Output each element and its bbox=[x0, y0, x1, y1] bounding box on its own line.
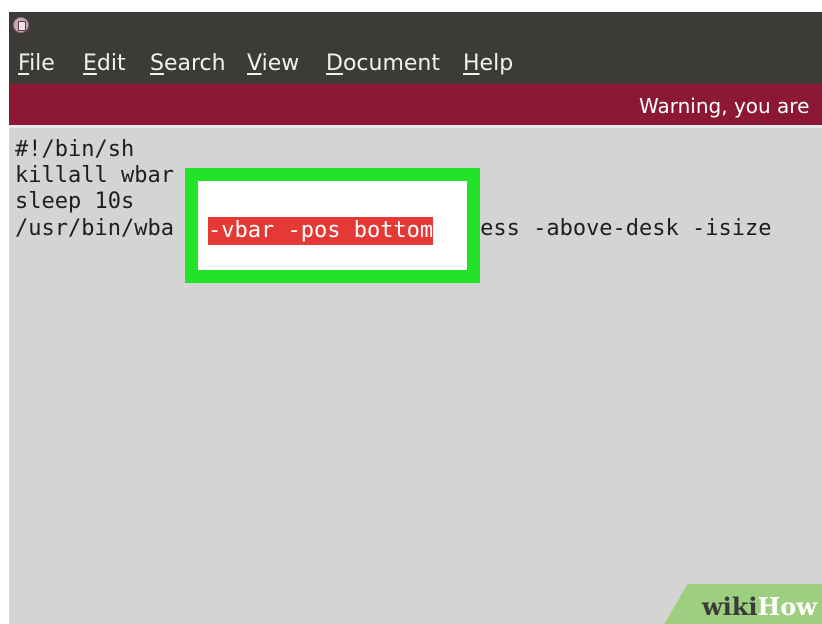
menu-view-mnemonic: V bbox=[247, 51, 262, 76]
green-highlight-frame: -vbar -pos bottom bbox=[185, 168, 480, 283]
menu-file-label: ile bbox=[29, 51, 55, 76]
menu-file[interactable]: File bbox=[18, 51, 55, 77]
menu-edit-label: dit bbox=[96, 51, 126, 76]
warning-text: Warning, you are bbox=[639, 94, 810, 118]
menu-file-mnemonic: F bbox=[18, 51, 30, 76]
menu-edit[interactable]: Edit bbox=[83, 51, 126, 77]
text-editor-window: File Edit Search View Document Help Warn… bbox=[9, 12, 822, 624]
menu-document[interactable]: Document bbox=[326, 51, 440, 77]
menu-help-mnemonic: H bbox=[463, 51, 480, 76]
title-bar bbox=[9, 12, 822, 42]
warning-infobar: Warning, you are bbox=[9, 84, 822, 128]
watermark-part2: How bbox=[757, 592, 817, 621]
highlighted-selection: -vbar -pos bottom bbox=[208, 217, 434, 245]
menu-help-label: elp bbox=[479, 51, 514, 76]
menu-edit-mnemonic: E bbox=[83, 51, 97, 76]
code-line-3[interactable]: sleep 10s bbox=[15, 188, 134, 216]
menu-help[interactable]: Help bbox=[463, 51, 513, 77]
code-line-2[interactable]: killall wbar bbox=[15, 162, 174, 190]
menu-search-label: earch bbox=[163, 51, 226, 76]
screenshot: File Edit Search View Document Help Warn… bbox=[0, 0, 822, 624]
app-icon[interactable] bbox=[13, 17, 29, 33]
code-line-4-before: /usr/bin/wba bbox=[15, 216, 174, 241]
menu-document-mnemonic: D bbox=[326, 51, 343, 76]
menu-document-label: ocument bbox=[342, 51, 440, 76]
menu-bar: File Edit Search View Document Help bbox=[9, 42, 822, 84]
code-line-1[interactable]: #!/bin/sh bbox=[15, 136, 134, 164]
menu-view-label: iew bbox=[261, 51, 300, 76]
menu-search[interactable]: Search bbox=[150, 51, 226, 77]
watermark-part1: wiki bbox=[702, 592, 758, 621]
menu-view[interactable]: View bbox=[247, 51, 299, 77]
menu-search-mnemonic: S bbox=[150, 51, 164, 76]
wikihow-watermark: wikiHow bbox=[702, 592, 817, 622]
